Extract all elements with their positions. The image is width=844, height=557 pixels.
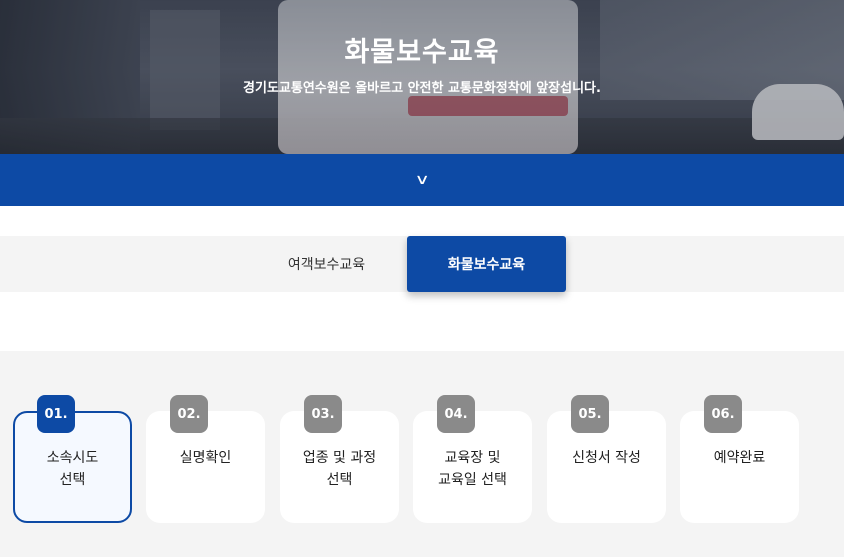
step-label: 교육장 및 교육일 선택: [438, 450, 507, 488]
hero-banner: 화물보수교육 경기도교통연수원은 올바르고 안전한 교통문화정착에 앞장섭니다.: [0, 0, 844, 154]
step-industry-course[interactable]: 03. 업종 및 과정 선택: [280, 395, 399, 523]
step-region-select[interactable]: 01. 소속시도 선택: [13, 395, 132, 523]
step-reservation-complete[interactable]: 06. 예약완료: [680, 395, 799, 523]
tab-freight-education[interactable]: 화물보수교육: [407, 236, 566, 292]
step-label: 예약완료: [713, 450, 766, 466]
education-tabs: 여객보수교육 화물보수교육: [0, 236, 844, 292]
category-toggle-bar[interactable]: ∨: [0, 154, 844, 206]
chevron-down-icon[interactable]: ∨: [414, 172, 429, 188]
step-number: 03.: [304, 395, 342, 433]
step-number: 02.: [170, 395, 208, 433]
step-number: 04.: [437, 395, 475, 433]
step-number: 01.: [37, 395, 75, 433]
step-number: 05.: [571, 395, 609, 433]
step-number: 06.: [704, 395, 742, 433]
tab-passenger-education[interactable]: 여객보수교육: [247, 236, 406, 292]
step-venue-date[interactable]: 04. 교육장 및 교육일 선택: [413, 395, 532, 523]
page-subtitle: 경기도교통연수원은 올바르고 안전한 교통문화정착에 앞장섭니다.: [243, 81, 601, 96]
reservation-steps: 01. 소속시도 선택 02. 실명확인 03. 업종 및 과정 선택 04. …: [0, 351, 844, 557]
step-label: 실명확인: [179, 450, 232, 466]
step-label: 신청서 작성: [572, 450, 641, 466]
page-title: 화물보수교육: [344, 37, 500, 68]
step-application-form[interactable]: 05. 신청서 작성: [547, 395, 666, 523]
step-label: 소속시도 선택: [46, 450, 99, 488]
step-identity-verify[interactable]: 02. 실명확인: [146, 395, 265, 523]
step-label: 업종 및 과정 선택: [302, 450, 377, 488]
